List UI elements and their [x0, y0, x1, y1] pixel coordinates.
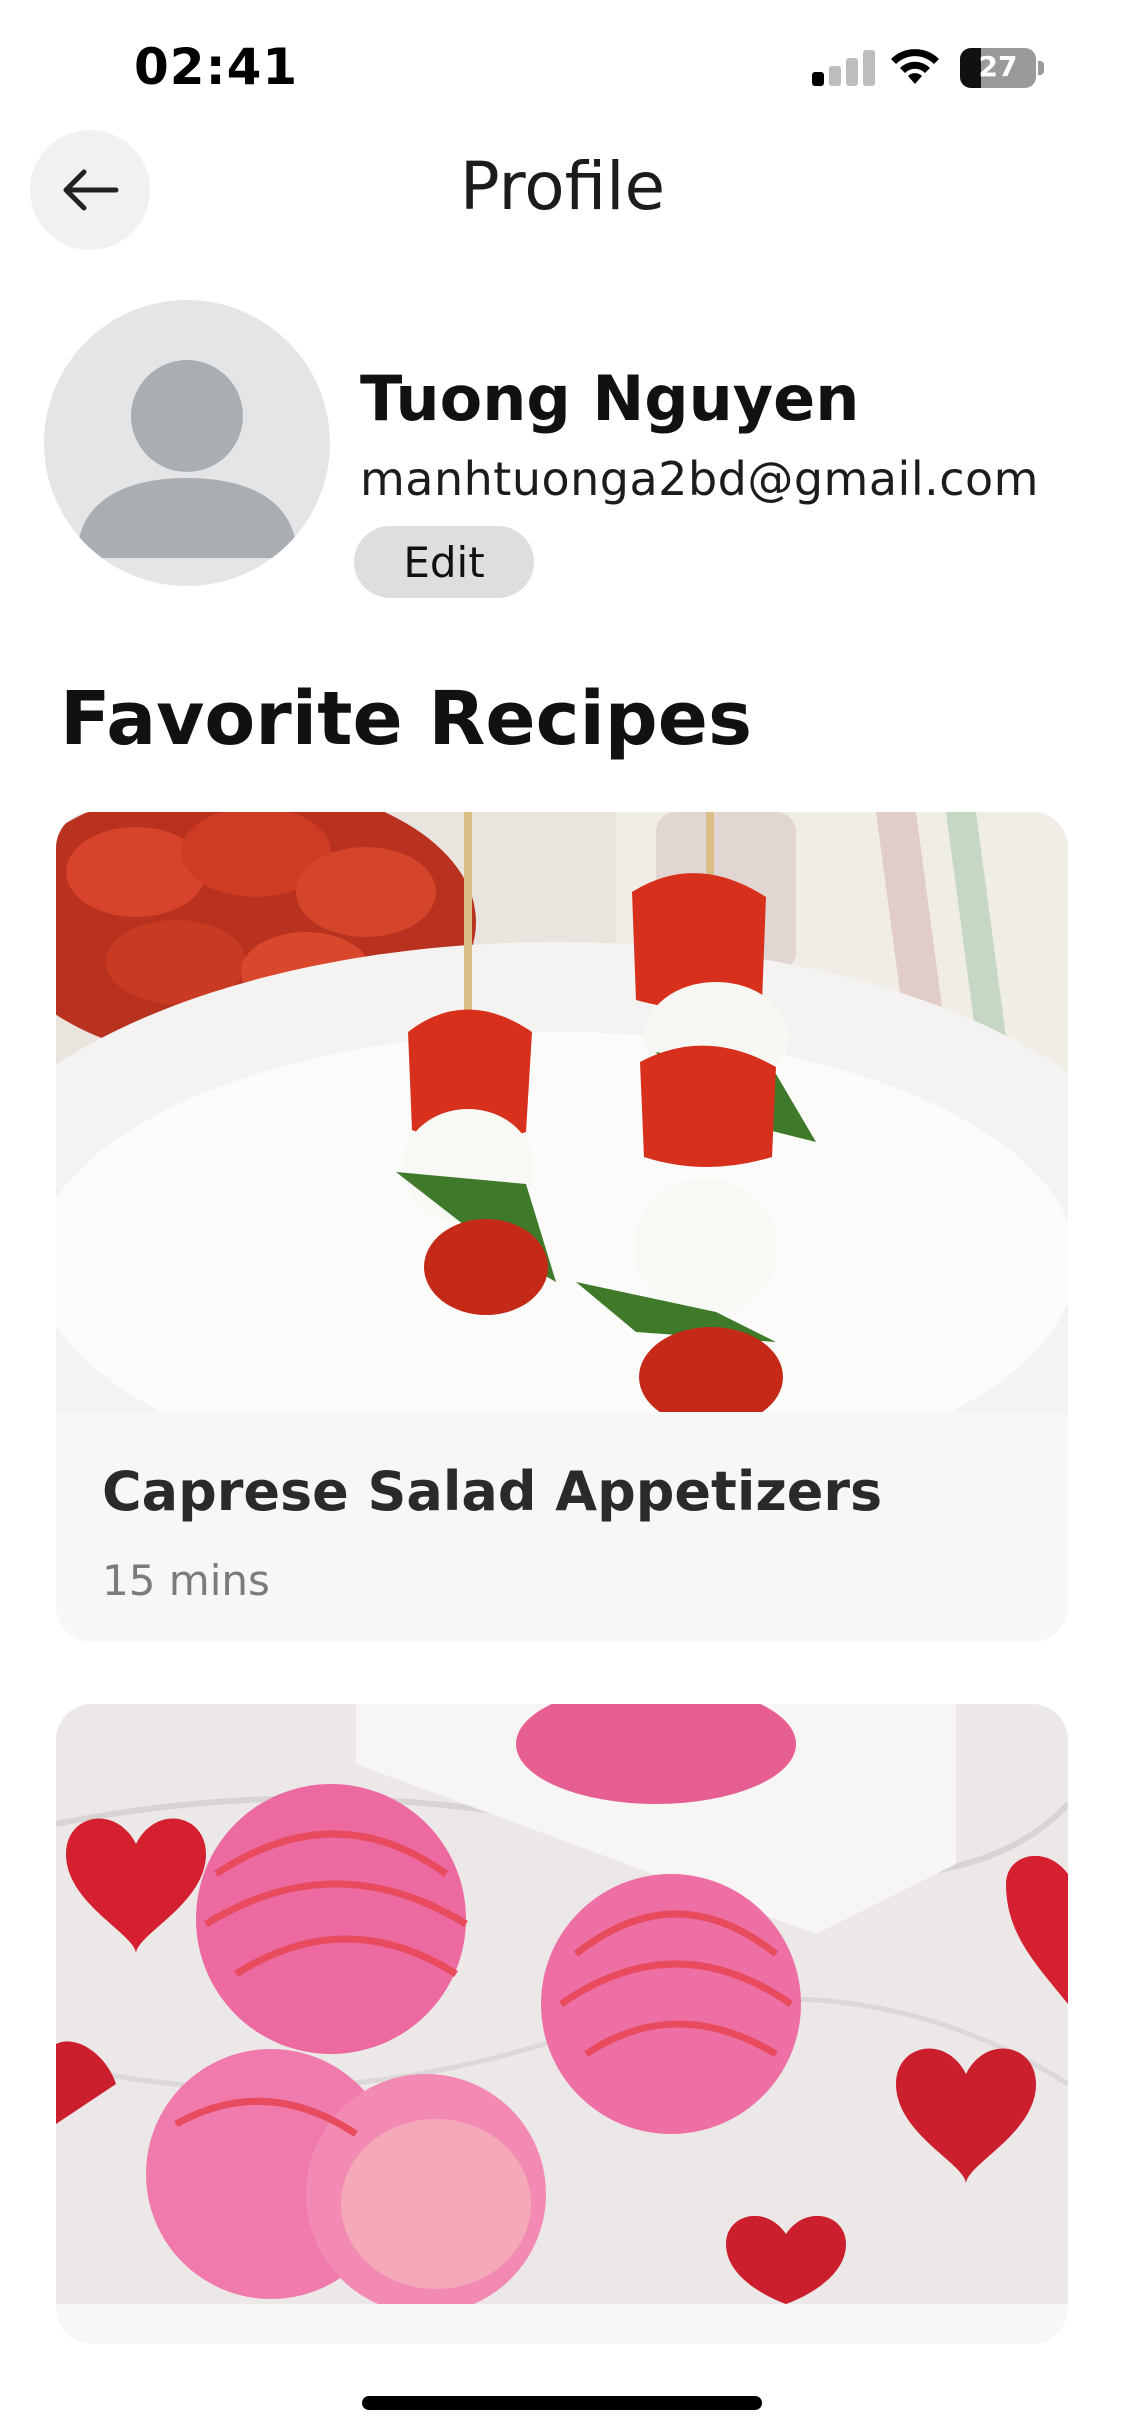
page-title: Profile [459, 148, 666, 225]
recipe-time: 15 mins [102, 1556, 270, 1605]
recipe-title: Caprese Salad Appetizers [102, 1460, 883, 1523]
battery-icon: 27 [960, 48, 1044, 88]
battery-level: 27 [978, 50, 1018, 83]
caprese-skewers-photo [56, 812, 1068, 1412]
status-bar: 02:41 27 [0, 0, 1125, 130]
pink-cake-balls-photo [56, 1704, 1068, 2304]
avatar [44, 300, 330, 586]
recipe-card[interactable] [56, 1704, 1068, 2344]
cellular-signal-icon [812, 50, 875, 86]
wifi-icon [891, 49, 939, 84]
recipe-card[interactable]: Caprese Salad Appetizers 15 mins [56, 812, 1068, 1642]
profile-email: manhtuonga2bd@gmail.com [360, 452, 1039, 506]
edit-profile-button[interactable]: Edit [354, 526, 534, 598]
user-placeholder-icon [77, 360, 297, 558]
home-indicator[interactable] [362, 2396, 762, 2410]
favorite-recipes-heading: Favorite Recipes [60, 676, 753, 762]
profile-name: Tuong Nguyen [360, 362, 860, 435]
status-time: 02:41 [134, 38, 299, 96]
